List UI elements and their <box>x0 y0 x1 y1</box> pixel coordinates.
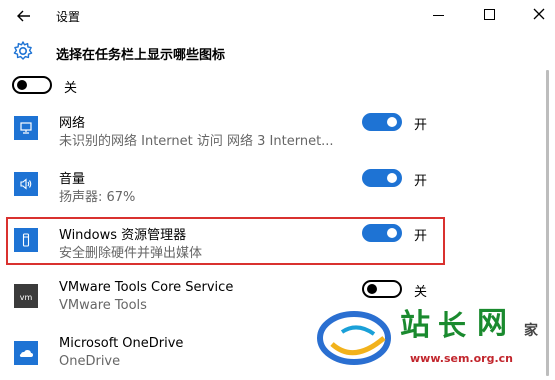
app-name: 网络 <box>59 116 86 131</box>
title-bar: 设置 <box>0 0 555 32</box>
toggle-knob <box>17 80 27 90</box>
app-name: Microsoft OneDrive <box>59 336 184 351</box>
watermark-char: 长 <box>438 309 467 342</box>
onedrive-icon <box>14 341 38 365</box>
volume-toggle-label: 开 <box>414 174 428 189</box>
back-arrow-icon[interactable] <box>14 6 34 26</box>
network-icon <box>14 116 38 140</box>
toggle-knob <box>387 228 397 238</box>
toggle-knob <box>387 117 397 127</box>
network-toggle-label: 开 <box>414 118 428 133</box>
vmware-icon: vm <box>14 284 38 308</box>
app-subtitle: 未识别的网络 Internet 访问 网络 3 Internet... <box>59 134 334 149</box>
app-name: VMware Tools Core Service <box>59 280 234 295</box>
top-toggle-label: 关 <box>64 81 78 96</box>
watermark-char: 站 <box>400 308 430 343</box>
watermark-char: 网 <box>477 306 507 341</box>
app-subtitle: VMware Tools <box>59 298 147 313</box>
gear-icon <box>13 41 33 60</box>
watermark-url: www.sem.org.cn <box>410 352 513 365</box>
top-toggle[interactable] <box>12 76 52 94</box>
svg-text:vm: vm <box>20 293 33 302</box>
close-button[interactable] <box>530 5 548 23</box>
volume-toggle[interactable] <box>362 169 402 187</box>
app-subtitle: 安全删除硬件并弹出媒体 <box>59 246 203 261</box>
window-title: 设置 <box>56 10 81 24</box>
app-name: 音量 <box>59 172 86 187</box>
explorer-toggle-label: 开 <box>414 229 428 244</box>
usb-icon <box>14 228 38 252</box>
page-title: 选择在任务栏上显示哪些图标 <box>56 48 226 63</box>
app-name: Windows 资源管理器 <box>59 228 187 243</box>
volume-icon <box>14 172 38 196</box>
minimize-button[interactable] <box>433 15 444 16</box>
toggle-knob <box>387 173 397 183</box>
toggle-knob <box>367 284 377 294</box>
app-subtitle: 扬声器: 67% <box>59 190 136 205</box>
explorer-toggle[interactable] <box>362 224 402 242</box>
network-toggle[interactable] <box>362 113 402 131</box>
maximize-button[interactable] <box>484 9 495 20</box>
watermark-small-char: 家 <box>524 323 538 339</box>
app-subtitle: OneDrive <box>59 354 121 369</box>
